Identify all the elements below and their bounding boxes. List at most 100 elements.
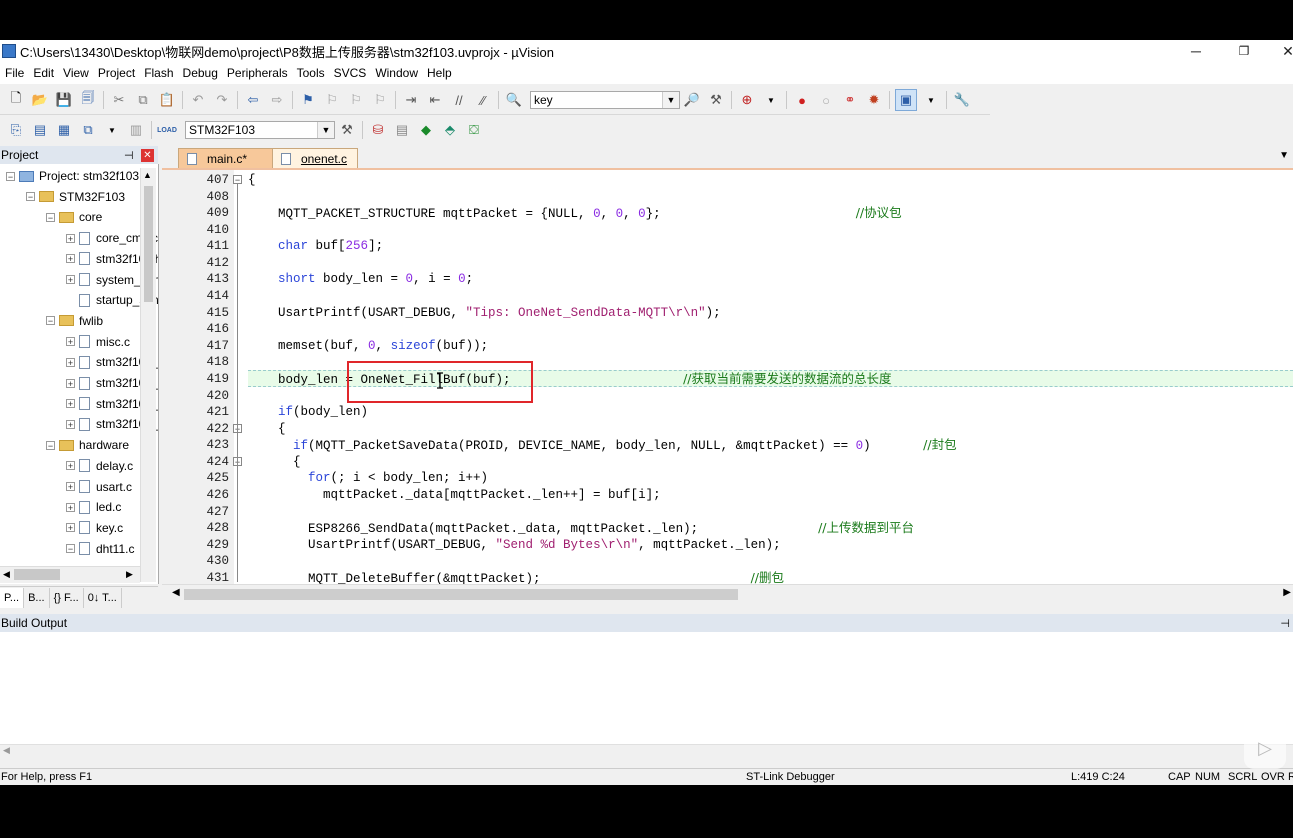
- layout-dropdown-icon[interactable]: ▼: [921, 90, 941, 110]
- manage-project-items-icon[interactable]: ⛁: [368, 120, 388, 140]
- scroll-up-icon[interactable]: ▲: [143, 170, 152, 180]
- rebuild-icon[interactable]: ▦: [54, 120, 74, 140]
- build-icon[interactable]: ▤: [30, 120, 50, 140]
- manage-rte-icon[interactable]: ◆: [416, 120, 436, 140]
- menu-help[interactable]: Help: [422, 66, 456, 80]
- menu-svcs[interactable]: SVCS: [329, 66, 371, 80]
- menu-view[interactable]: View: [58, 66, 93, 80]
- expand-icon[interactable]: +: [66, 275, 75, 285]
- code-line[interactable]: 422− {: [162, 421, 1293, 437]
- pack-installer-icon[interactable]: ⬘: [440, 120, 460, 140]
- code-line[interactable]: 408: [162, 189, 1293, 205]
- undo-icon[interactable]: ↶: [188, 90, 208, 110]
- editor-hscroll[interactable]: ◀ ▶: [162, 584, 1293, 603]
- menu-edit[interactable]: Edit: [28, 66, 58, 80]
- code-line[interactable]: 418: [162, 354, 1293, 370]
- menu-window[interactable]: Window: [370, 66, 422, 80]
- code-line[interactable]: 426 mqttPacket._data[mqttPacket._len++] …: [162, 487, 1293, 503]
- save-icon[interactable]: 💾: [54, 90, 74, 110]
- collapse-icon[interactable]: −: [46, 212, 55, 222]
- expand-icon[interactable]: +: [66, 523, 75, 533]
- breakpoint-icon[interactable]: ●: [792, 90, 812, 110]
- kill-breakpoints-icon[interactable]: ✹: [864, 90, 884, 110]
- select-packs-icon[interactable]: ▤: [392, 120, 412, 140]
- tree-item[interactable]: + misc.c: [66, 332, 130, 352]
- bookmark-icon[interactable]: ⚑: [298, 90, 318, 110]
- target-options-icon[interactable]: ⚒: [337, 120, 357, 140]
- tree-item[interactable]: − fwlib: [46, 311, 103, 331]
- code-line[interactable]: 413 short body_len = 0, i = 0;: [162, 271, 1293, 287]
- uncomment-icon[interactable]: ⁄⁄: [473, 90, 493, 110]
- download-icon[interactable]: LOAD: [157, 120, 177, 140]
- tree-item[interactable]: + key.c: [66, 518, 123, 538]
- restore-button[interactable]: ❐: [1224, 40, 1264, 62]
- expand-icon[interactable]: +: [66, 337, 75, 347]
- open-file-icon[interactable]: 📂: [30, 90, 50, 110]
- packs-update-icon[interactable]: ⛋: [464, 120, 484, 140]
- batch-dropdown-icon[interactable]: ▼: [102, 120, 122, 140]
- unindent-icon[interactable]: ⇤: [425, 90, 445, 110]
- redo-icon[interactable]: ↷: [212, 90, 232, 110]
- collapse-icon[interactable]: −: [26, 192, 35, 202]
- clear-bookmarks-icon[interactable]: ⚐: [370, 90, 390, 110]
- tab-list-dropdown-icon[interactable]: ▼: [1279, 150, 1289, 161]
- collapse-icon[interactable]: −: [46, 316, 55, 326]
- translate-icon[interactable]: ⎘: [6, 120, 26, 140]
- code-line[interactable]: 431 MQTT_DeleteBuffer(&mqttPacket); //删包: [162, 570, 1293, 584]
- find-combo[interactable]: key ▼: [530, 91, 680, 109]
- expand-icon[interactable]: +: [66, 399, 75, 409]
- scroll-left-icon[interactable]: ◀: [3, 569, 10, 580]
- code-line[interactable]: 412: [162, 255, 1293, 271]
- code-line[interactable]: 410: [162, 222, 1293, 238]
- find-icon[interactable]: 🔎: [682, 90, 702, 110]
- menu-debug[interactable]: Debug: [178, 66, 222, 80]
- prev-bookmark-icon[interactable]: ⚐: [322, 90, 342, 110]
- collapse-icon[interactable]: −: [46, 440, 55, 450]
- panel-tab[interactable]: {} F...: [50, 588, 84, 608]
- code-line[interactable]: 420: [162, 388, 1293, 404]
- project-tree-vscroll[interactable]: ▲: [140, 168, 156, 582]
- expand-icon[interactable]: +: [66, 357, 75, 367]
- panel-tab[interactable]: 0↓ T...: [84, 588, 122, 608]
- code-editor[interactable]: 407−{408 409 MQTT_PACKET_STRUCTURE mqttPa…: [162, 170, 1293, 584]
- code-line[interactable]: 411 char buf[256];: [162, 238, 1293, 254]
- play-icon[interactable]: ▷: [1244, 727, 1286, 769]
- copy-icon[interactable]: ⧉: [133, 90, 153, 110]
- batch-build-icon[interactable]: ⧉: [78, 120, 98, 140]
- code-line[interactable]: 419 body_len = OneNet_FillBuf(buf); //获取…: [162, 371, 1293, 387]
- comment-icon[interactable]: //: [449, 90, 469, 110]
- indent-icon[interactable]: ⇥: [401, 90, 421, 110]
- code-line[interactable]: 425 for(; i < body_len; i++): [162, 470, 1293, 486]
- next-bookmark-icon[interactable]: ⚐: [346, 90, 366, 110]
- window-layout-icon[interactable]: ▣: [895, 89, 917, 111]
- code-line[interactable]: 427: [162, 504, 1293, 520]
- menu-tools[interactable]: Tools: [292, 66, 329, 80]
- chevron-down-icon[interactable]: ▼: [317, 122, 334, 138]
- pin-icon[interactable]: ⊣: [1280, 617, 1290, 630]
- expand-icon[interactable]: +: [66, 378, 75, 388]
- menu-file[interactable]: File: [0, 66, 28, 80]
- tab-main-c[interactable]: main.c*: [178, 148, 276, 168]
- code-line[interactable]: 423 if(MQTT_PacketSaveData(PROID, DEVICE…: [162, 437, 1293, 453]
- tree-item[interactable]: − dht11.c: [66, 539, 134, 559]
- navigate-back-icon[interactable]: ⇦: [243, 90, 263, 110]
- project-tree-hscroll[interactable]: ◀ ▶: [0, 566, 140, 583]
- tree-item[interactable]: − STM32F103: [26, 187, 125, 207]
- close-button[interactable]: ✕: [1268, 40, 1293, 62]
- scroll-left-icon[interactable]: ◀: [3, 745, 10, 756]
- code-line[interactable]: 416: [162, 321, 1293, 337]
- tree-item[interactable]: + delay.c: [66, 456, 133, 476]
- cut-icon[interactable]: ✂: [109, 90, 129, 110]
- code-line[interactable]: 414: [162, 288, 1293, 304]
- stop-build-icon[interactable]: ▥: [126, 120, 146, 140]
- code-line[interactable]: 409 MQTT_PACKET_STRUCTURE mqttPacket = {…: [162, 205, 1293, 221]
- code-line[interactable]: 429 UsartPrintf(USART_DEBUG, "Send %d By…: [162, 537, 1293, 553]
- code-line[interactable]: 421 if(body_len): [162, 404, 1293, 420]
- minimize-button[interactable]: ─: [1176, 40, 1216, 62]
- new-file-icon[interactable]: 🗋: [6, 90, 26, 110]
- scroll-left-icon[interactable]: ◀: [172, 587, 180, 598]
- scroll-thumb[interactable]: [144, 186, 153, 302]
- expand-icon[interactable]: +: [66, 419, 75, 429]
- tree-item[interactable]: + usart.c: [66, 477, 132, 497]
- scroll-thumb[interactable]: [14, 569, 60, 580]
